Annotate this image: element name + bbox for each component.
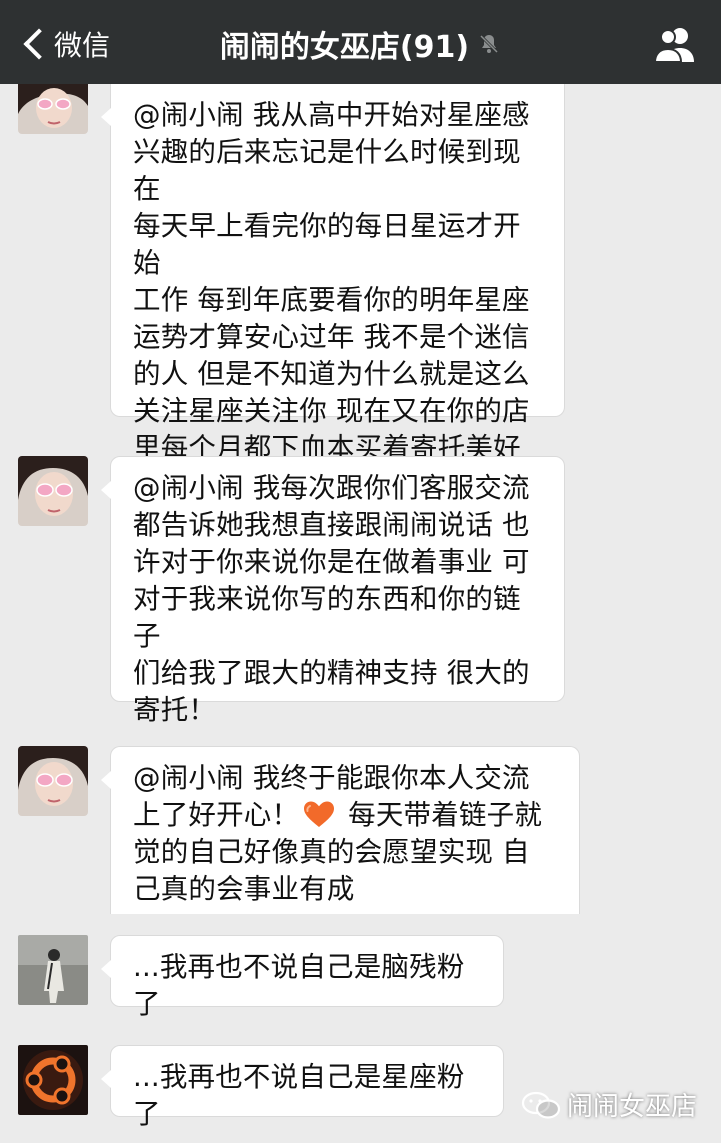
avatar[interactable] bbox=[18, 935, 88, 1005]
mute-icon bbox=[480, 34, 499, 54]
wechat-watermark: 闹闹女巫店 bbox=[521, 1086, 697, 1123]
watermark-text: 闹闹女巫店 bbox=[566, 1092, 697, 1122]
message-bubble[interactable]: @闹小闹 我每次跟你们客服交流 都告诉她我想直接跟闹闹说话 也 许对于你来说你是… bbox=[101, 456, 565, 726]
group-contacts-icon[interactable] bbox=[653, 24, 697, 64]
message-bubble[interactable]: @闹小闹 我从高中开始对星座感 兴趣的后来忘记是什么时候到现在 每天早上看完你的… bbox=[101, 84, 565, 538]
message-bubble[interactable]: ...我再也不说自己是脑残粉了 bbox=[101, 935, 504, 1020]
title-area: 闹闹的女巫店(91) bbox=[0, 22, 721, 66]
avatar[interactable] bbox=[18, 1045, 88, 1115]
message-bubble[interactable]: ...我再也不说自己是星座粉了 bbox=[101, 1045, 504, 1130]
avatar[interactable] bbox=[18, 456, 88, 526]
avatar[interactable] bbox=[18, 84, 88, 134]
avatar[interactable] bbox=[18, 746, 88, 816]
message-bubble[interactable]: @闹小闹 我终于能跟你本人交流 上了好开心！ 每天带着链子就 觉的自己好像真的会… bbox=[101, 746, 580, 914]
heart-emoji-icon bbox=[304, 801, 335, 827]
chat-header: 微信 闹闹的女巫店(91) bbox=[0, 0, 721, 84]
wechat-logo-icon bbox=[521, 1091, 561, 1119]
chat-title: 闹闹的女巫店(91) bbox=[219, 30, 470, 65]
